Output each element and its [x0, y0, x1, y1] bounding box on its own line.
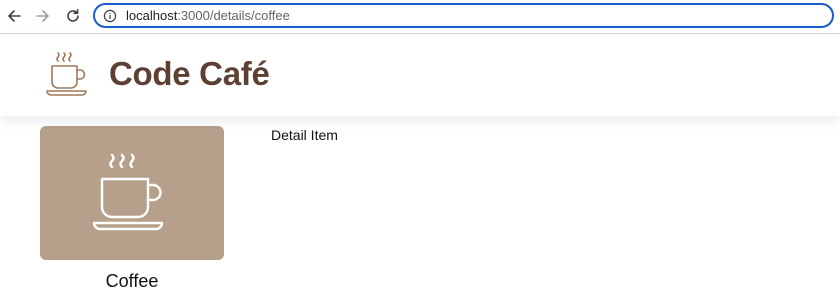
address-bar[interactable]: localhost:3000/details/coffee — [93, 3, 834, 28]
url-path: :3000/details/coffee — [177, 8, 290, 23]
forward-arrow-icon — [36, 10, 49, 22]
reload-icon — [67, 9, 79, 22]
back-button[interactable] — [3, 5, 25, 27]
brand-name[interactable]: Code Café — [109, 55, 270, 93]
browser-toolbar: localhost:3000/details/coffee — [0, 0, 840, 34]
coffee-item-card[interactable] — [40, 126, 224, 260]
reload-button[interactable] — [62, 5, 84, 27]
url-text: localhost:3000/details/coffee — [126, 8, 290, 23]
info-icon[interactable] — [103, 9, 117, 23]
back-arrow-icon — [8, 10, 21, 22]
forward-button[interactable] — [32, 5, 54, 27]
detail-item-text: Detail Item — [271, 127, 338, 143]
app-header: Code Café — [0, 34, 840, 116]
coffee-cup-logo-icon[interactable] — [44, 51, 92, 99]
coffee-item-label[interactable]: Coffee — [40, 271, 224, 292]
coffee-cup-icon — [92, 153, 164, 231]
url-host: localhost — [126, 8, 178, 23]
